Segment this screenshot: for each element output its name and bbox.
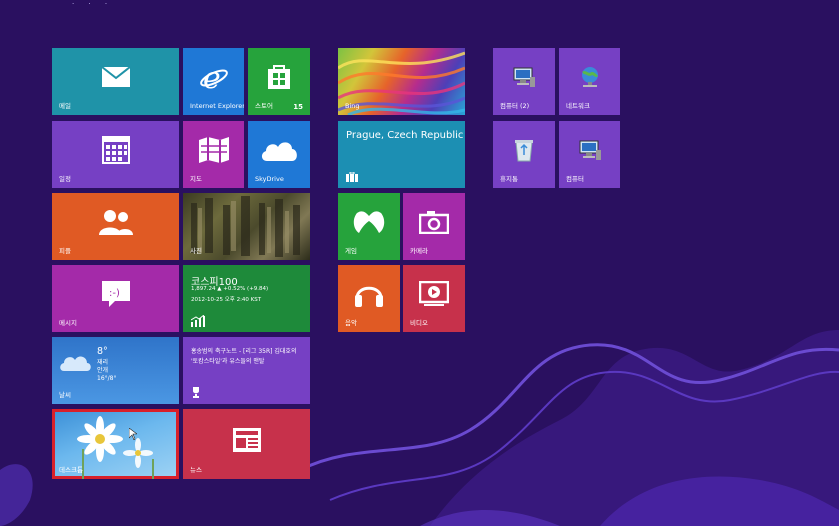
tile-video[interactable]: 비디오 (403, 265, 465, 332)
store-icon (268, 65, 290, 90)
camera-icon (419, 211, 449, 235)
tile-weather[interactable]: 8° 재리 안개 16°/8° 날씨 (52, 337, 179, 404)
tile-label: 뉴스 (190, 466, 202, 474)
tile-label: 지도 (190, 175, 202, 183)
tile-label: 비디오 (410, 319, 428, 327)
tile-label: 컴퓨터 (2) (500, 102, 530, 110)
tile-skydrive[interactable]: SkyDrive (248, 121, 310, 188)
tile-people[interactable]: 피플 (52, 193, 179, 260)
tile-recycle-bin[interactable]: 휴지통 (493, 121, 555, 188)
chat-icon: :-) (101, 281, 130, 308)
cloud-sun-icon (60, 356, 91, 371)
tile-internet-explorer[interactable]: e Internet Explorer (183, 48, 244, 115)
newspaper-icon (232, 427, 261, 452)
cloud-icon (261, 142, 297, 162)
weather-temperature: 8° (97, 346, 108, 357)
tile-label: Bing (345, 102, 360, 110)
tile-news[interactable]: 뉴스 (183, 409, 310, 479)
xbox-icon (353, 211, 385, 234)
top-indicator: · · · (72, 0, 114, 8)
tile-store[interactable]: 스토어 15 (248, 48, 310, 115)
trophy-icon (193, 387, 199, 398)
recycle-bin-icon (515, 140, 533, 162)
tile-news-sports[interactable]: 홍송범의 축구노트 - [리그 35R] 김대호의 '토캄스타일'과 유스들의 … (183, 337, 310, 404)
tile-label: 컴퓨터 (566, 175, 584, 183)
tile-label: 카메라 (410, 247, 428, 255)
tile-label: 일정 (59, 175, 71, 183)
tile-label: 사진 (190, 247, 202, 255)
tile-messaging[interactable]: :-) 메시지 (52, 265, 179, 332)
travel-destination: Prague, Czech Republic (346, 130, 464, 141)
tile-calendar[interactable]: 일정 (52, 121, 179, 188)
tile-label: 메일 (59, 102, 71, 110)
network-icon (581, 67, 598, 88)
tile-camera[interactable]: 카메라 (403, 193, 465, 260)
tile-label: 피플 (59, 247, 71, 255)
weather-location: 재리 (97, 359, 109, 366)
tile-label: Internet Explorer (190, 102, 244, 110)
tile-label: 메시지 (59, 319, 77, 327)
suitcase-icon (346, 172, 358, 182)
mail-icon (100, 66, 131, 88)
mouse-cursor-icon (129, 428, 137, 440)
tile-travel[interactable]: Prague, Czech Republic (338, 121, 465, 188)
tile-computer-2[interactable]: 컴퓨터 (2) (493, 48, 555, 115)
map-icon (198, 137, 229, 164)
computer-icon (579, 140, 601, 161)
photo-image (191, 196, 300, 257)
finance-timestamp: 2012-10-25 오후 2:40 KST (191, 297, 262, 303)
ie-icon: e (199, 62, 228, 92)
calendar-icon (101, 136, 130, 165)
weather-details: 재리 안개 16°/8° (97, 359, 116, 383)
tile-label: 데스크톱 (59, 466, 83, 474)
headphones-icon (355, 287, 383, 308)
tile-mail[interactable]: 메일 (52, 48, 179, 115)
weather-condition: 안개 (97, 367, 109, 374)
tile-games[interactable]: 게임 (338, 193, 400, 260)
finance-quote: 1,897.24 ▲ +0.52% (+9.84) (191, 286, 269, 292)
svg-text::-): :-) (109, 288, 120, 299)
news-headline: 홍송범의 축구노트 - [리그 35R] 김대호의 '토캄스타일'과 유스들의 … (191, 348, 297, 365)
tile-bing[interactable]: Bing (338, 48, 465, 115)
people-icon (98, 210, 133, 236)
tile-label: 날씨 (59, 391, 71, 399)
tile-label: 게임 (345, 247, 357, 255)
tile-label: 휴지통 (500, 175, 518, 183)
chart-icon (191, 315, 205, 327)
video-icon (419, 281, 449, 307)
store-badge: 15 (293, 103, 303, 111)
tile-label: 네트워크 (566, 102, 590, 110)
tile-maps[interactable]: 지도 (183, 121, 244, 188)
tile-label: SkyDrive (255, 175, 284, 183)
weather-range: 16°/8° (97, 375, 117, 382)
tile-photos[interactable]: 사진 (183, 193, 310, 260)
tile-label: 음악 (345, 319, 357, 327)
tile-computer[interactable]: 컴퓨터 (559, 121, 620, 188)
tile-music[interactable]: 음악 (338, 265, 400, 332)
computer-icon (513, 67, 535, 88)
tile-desktop[interactable]: 데스크톱 (52, 409, 179, 479)
tile-network[interactable]: 네트워크 (559, 48, 620, 115)
tile-finance[interactable]: 코스피100 1,897.24 ▲ +0.52% (+9.84) 2012-10… (183, 265, 310, 332)
tile-label: 스토어 (255, 102, 273, 110)
